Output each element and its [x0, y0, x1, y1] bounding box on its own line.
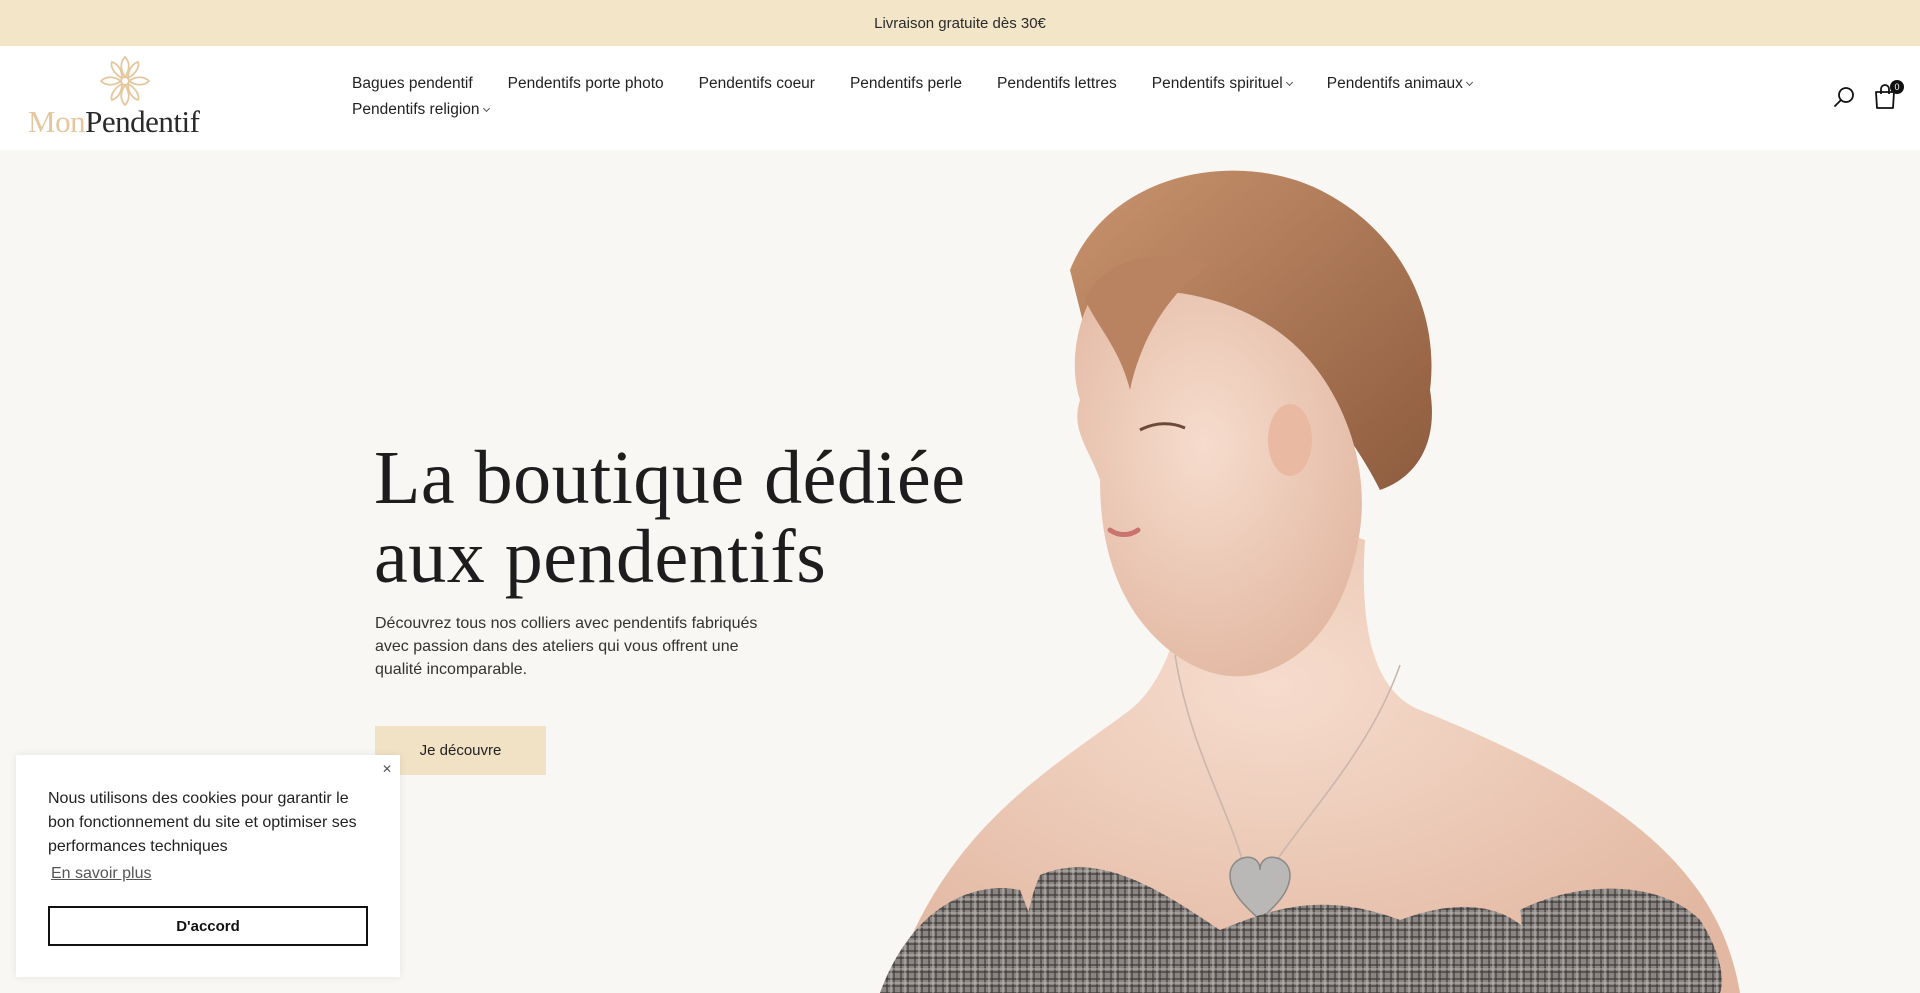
search-icon — [1834, 87, 1854, 107]
hero-title: La boutique dédiée aux pendentifs — [374, 439, 1014, 597]
nav-item-label: Pendentifs lettres — [997, 75, 1117, 92]
nav-item-label: Pendentifs porte photo — [507, 75, 664, 92]
nav-item-label: Pendentifs spirituel — [1151, 75, 1283, 92]
logo-wordmark-part1: Mon — [28, 104, 86, 139]
nav-item-label: Pendentifs perle — [849, 75, 962, 92]
logo-wordmark-part2: Pendentif — [85, 104, 200, 139]
nav-item-label: Bagues pendentif — [352, 75, 473, 92]
chevron-down-icon — [1285, 78, 1293, 87]
nav-item-pendentifs-lettres[interactable]: Pendentifs lettres — [997, 74, 1117, 94]
logo[interactable]: MonPendentif — [28, 54, 224, 144]
cart-button[interactable]: 0 — [1872, 80, 1904, 112]
announcement-text: Livraison gratuite dès 30€ — [874, 14, 1046, 32]
nav-item-pendentifs-animaux[interactable]: Pendentifs animaux — [1326, 74, 1473, 94]
nav-item-label: Pendentifs animaux — [1326, 75, 1463, 92]
nav-item-pendentifs-spirituel[interactable]: Pendentifs spirituel — [1151, 74, 1293, 94]
nav-item-bagues-pendentif[interactable]: Bagues pendentif — [352, 74, 473, 94]
search-button[interactable] — [1832, 84, 1858, 110]
nav-item-label: Pendentifs coeur — [698, 75, 815, 92]
cookie-text: Nous utilisons des cookies pour garantir… — [48, 790, 357, 855]
hero-title-line2: aux pendentifs — [374, 515, 827, 599]
chevron-down-icon — [482, 104, 490, 113]
hero-title-line1: La boutique dédiée — [374, 436, 966, 520]
nav-item-pendentifs-coeur[interactable]: Pendentifs coeur — [699, 74, 815, 94]
learn-more-link[interactable]: En savoir plus — [51, 865, 152, 883]
cart-count-badge: 0 — [1890, 80, 1904, 94]
announcement-bar: Livraison gratuite dès 30€ — [0, 0, 1920, 46]
logo-wordmark: MonPendentif — [28, 104, 200, 140]
nav-item-pendentifs-perle[interactable]: Pendentifs perle — [850, 74, 962, 94]
ornament-logo-icon — [99, 55, 151, 107]
chevron-down-icon — [1465, 78, 1473, 87]
hero-description: Découvrez tous nos colliers avec pendent… — [375, 615, 758, 678]
accept-cookies-button[interactable]: D'accord — [48, 906, 368, 946]
cookie-banner: ✕ Nous utilisons des cookies pour garant… — [16, 755, 400, 977]
nav-item-label: Pendentifs religion — [352, 101, 480, 118]
discover-button[interactable]: Je découvre — [375, 726, 546, 775]
nav-item-pendentifs-religion[interactable]: Pendentifs religion — [352, 100, 490, 120]
nav-item-pendentifs-porte-photo[interactable]: Pendentifs porte photo — [508, 74, 664, 94]
site-header: MonPendentif Bagues pendentif Pendentifs… — [0, 46, 1920, 150]
main-nav: Bagues pendentif Pendentifs porte photo … — [352, 74, 1532, 120]
close-icon[interactable]: ✕ — [382, 762, 392, 776]
